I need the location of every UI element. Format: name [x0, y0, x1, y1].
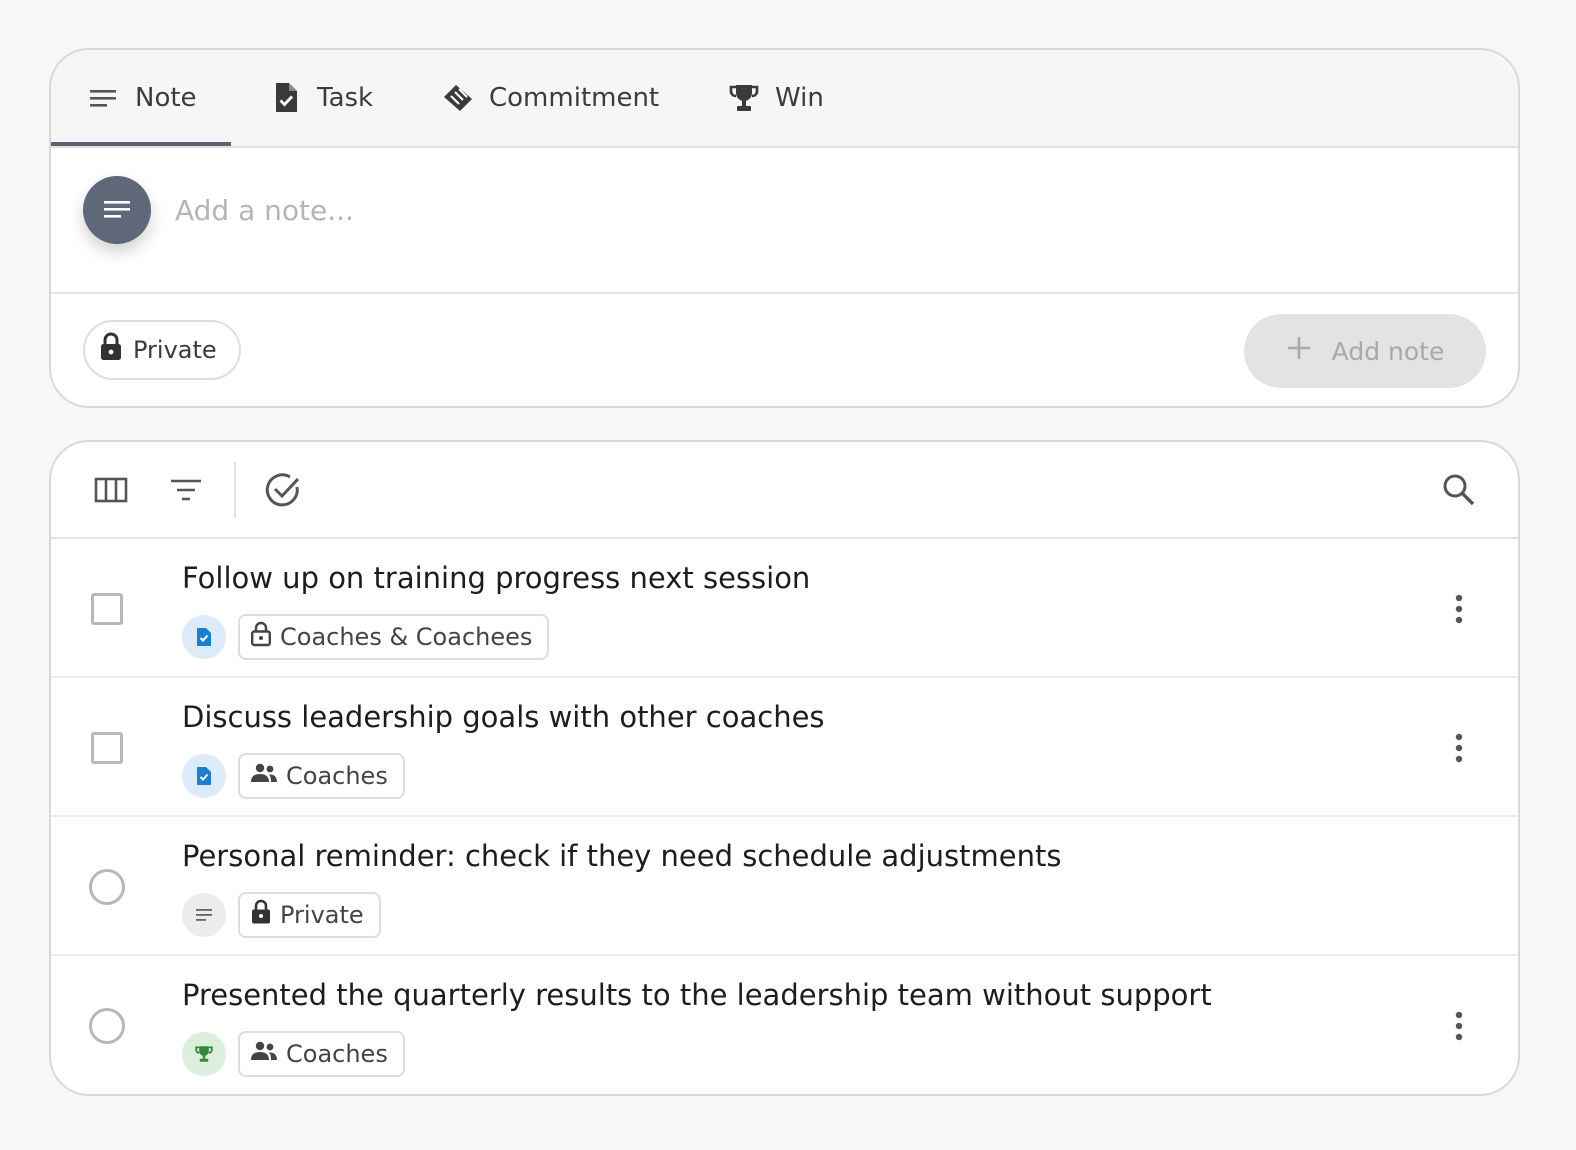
visibility-chip: Coaches: [238, 753, 405, 799]
completed-toggle-button[interactable]: [261, 468, 305, 512]
toolbar-divider: [234, 462, 236, 518]
item-title: Follow up on training progress next sess…: [182, 561, 811, 595]
more-options-button[interactable]: [1441, 1006, 1477, 1046]
visibility-chip: Private: [238, 892, 381, 938]
visibility-label: Private: [280, 901, 364, 929]
tab-commitment-label: Commitment: [489, 83, 660, 113]
note-input[interactable]: [175, 186, 1475, 234]
task-doc-check-icon: [197, 767, 211, 785]
composer-footer: Private Add note: [51, 294, 1518, 406]
note-type-avatar: [83, 176, 151, 244]
composer-body: [51, 148, 1518, 294]
visibility-chip: Coaches: [238, 1031, 405, 1077]
note-lines-icon: [196, 909, 212, 921]
lock-open-icon: [250, 621, 272, 653]
composer-card: Note Task Commitment Win Add a note... P…: [49, 48, 1520, 408]
visibility-label: Private: [133, 336, 217, 364]
note-type-badge: [182, 893, 226, 937]
list-item[interactable]: Follow up on training progress next sess…: [51, 539, 1518, 678]
item-title: Personal reminder: check if they need sc…: [182, 839, 1062, 873]
tab-note[interactable]: Note: [87, 50, 197, 146]
more-options-button[interactable]: [1441, 589, 1477, 629]
list-toolbar: [51, 442, 1518, 539]
item-title: Discuss leadership goals with other coac…: [182, 700, 825, 734]
add-note-label: Add note: [1331, 336, 1445, 366]
list-item[interactable]: Presented the quarterly results to the l…: [51, 956, 1518, 1094]
people-icon: [250, 1040, 278, 1068]
visibility-label: Coaches: [286, 762, 388, 790]
search-button[interactable]: [1437, 468, 1481, 512]
add-note-button[interactable]: Add note: [1244, 314, 1486, 388]
visibility-chip: Coaches & Coachees: [238, 614, 550, 660]
task-type-badge: [182, 754, 226, 798]
item-radio[interactable]: [89, 1008, 125, 1044]
list-item[interactable]: Discuss leadership goals with other coac…: [51, 678, 1518, 817]
columns-icon: [94, 477, 128, 503]
entry-type-tabs: Note Task Commitment Win: [51, 50, 1518, 148]
win-type-badge: [182, 1032, 226, 1076]
tab-task[interactable]: Task: [269, 50, 373, 146]
lock-icon: [99, 332, 123, 368]
filter-button[interactable]: [164, 468, 208, 512]
task-doc-check-icon: [269, 81, 303, 115]
tab-win-label: Win: [775, 83, 824, 113]
more-options-button[interactable]: [1441, 728, 1477, 768]
tab-note-label: Note: [135, 83, 197, 113]
more-vertical-icon: [1455, 733, 1463, 763]
trophy-icon: [727, 81, 761, 115]
note-lines-icon: [104, 201, 130, 218]
more-vertical-icon: [1455, 594, 1463, 624]
visibility-label: Coaches: [286, 1040, 388, 1068]
item-title: Presented the quarterly results to the l…: [182, 978, 1212, 1012]
more-vertical-icon: [1455, 1011, 1463, 1041]
task-doc-check-icon: [197, 628, 211, 646]
task-checkbox[interactable]: [91, 593, 123, 625]
lock-icon: [250, 899, 272, 931]
item-radio[interactable]: [89, 869, 125, 905]
entries-list-card: Follow up on training progress next sess…: [49, 440, 1520, 1096]
active-tab-indicator: [51, 142, 231, 146]
search-icon: [1443, 474, 1475, 506]
people-icon: [250, 762, 278, 790]
handshake-icon: [441, 81, 475, 115]
note-lines-icon: [87, 81, 121, 115]
task-checkbox[interactable]: [91, 732, 123, 764]
task-type-badge: [182, 615, 226, 659]
columns-button[interactable]: [89, 468, 133, 512]
visibility-selector[interactable]: Private: [83, 320, 241, 380]
tab-commitment[interactable]: Commitment: [441, 50, 659, 146]
list-item[interactable]: Personal reminder: check if they need sc…: [51, 817, 1518, 956]
plus-icon: [1286, 335, 1312, 367]
trophy-icon: [195, 1046, 213, 1062]
visibility-label: Coaches & Coachees: [280, 623, 533, 651]
check-circle-icon: [265, 473, 300, 507]
tab-win[interactable]: Win: [727, 50, 824, 146]
filter-icon: [171, 479, 201, 501]
tab-task-label: Task: [317, 83, 374, 113]
